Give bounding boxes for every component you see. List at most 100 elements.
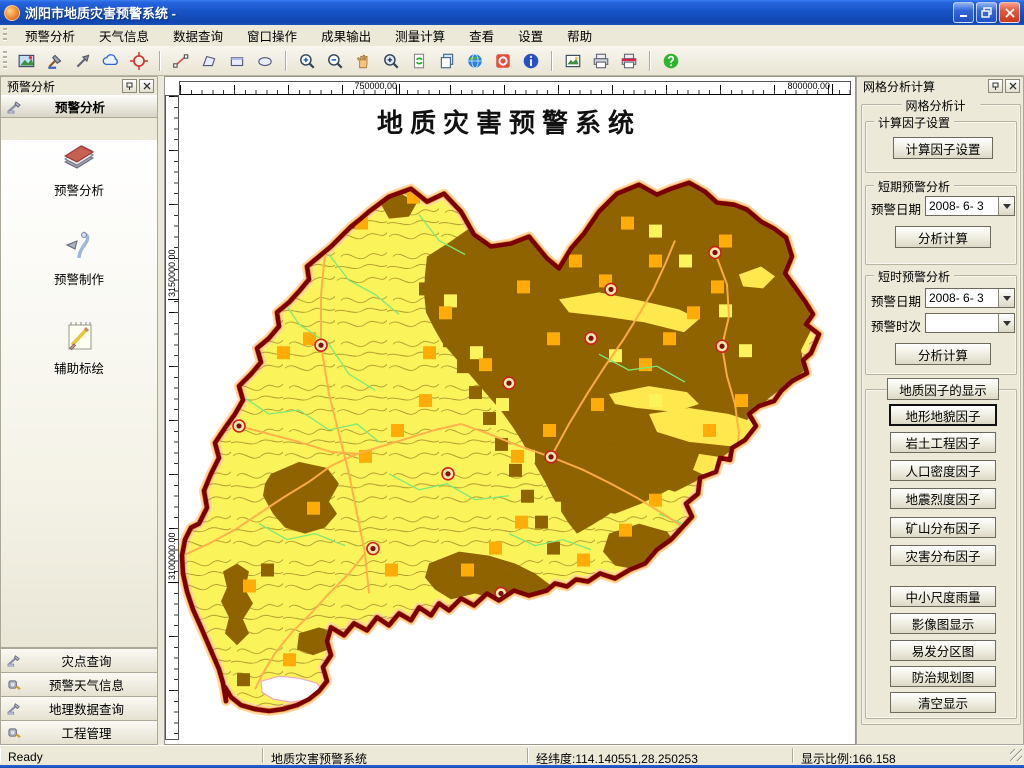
mine-factor-button[interactable]: 矿山分布因子 [890, 517, 996, 538]
draw-ellipse-icon[interactable] [254, 50, 276, 72]
minimize-button[interactable] [953, 2, 974, 23]
geotech-factor-button[interactable]: 岩土工程因子 [890, 432, 996, 453]
sidebar-item-label: 预警分析 [54, 180, 104, 199]
calc-factor-settings-button[interactable]: 计算因子设置 [893, 137, 993, 159]
status-system-name: 地质灾害预警系统 [262, 748, 527, 763]
sidebar-bar-label: 预警天气信息 [22, 675, 151, 694]
sidebar-item-aux-plotting[interactable]: 辅助标绘 [1, 318, 157, 377]
help-icon[interactable] [660, 50, 682, 72]
locate-target-icon[interactable] [128, 50, 150, 72]
sidebar-bar-project-management[interactable]: 工程管理 [1, 720, 157, 744]
axe-tool-icon[interactable] [44, 50, 66, 72]
menu-window-ops[interactable]: 窗口操作 [236, 24, 308, 47]
chevron-down-icon[interactable] [998, 197, 1014, 215]
chevron-down-icon[interactable] [998, 289, 1014, 307]
close-icon[interactable] [1005, 79, 1020, 93]
pick-tool-icon[interactable] [72, 50, 94, 72]
menu-grip[interactable] [3, 28, 7, 43]
sidebar-bar-label: 地理数据查询 [22, 699, 151, 718]
tool-icon [7, 100, 23, 114]
image-browse-icon[interactable] [16, 50, 38, 72]
menu-view[interactable]: 查看 [458, 24, 505, 47]
sidebar-header-label: 预警分析 [31, 97, 129, 116]
menu-settings[interactable]: 设置 [507, 24, 554, 47]
pin-icon[interactable] [988, 79, 1003, 93]
toolbar-separator [285, 51, 287, 71]
sidebar-panel-title: 预警分析 [7, 78, 55, 95]
zoom-out-icon[interactable] [324, 50, 346, 72]
menu-bar: 预警分析 天气信息 数据查询 窗口操作 成果输出 测量计算 查看 设置 帮助 [0, 25, 1024, 46]
grid-panel-titlebar: 网格分析计算 [857, 77, 1023, 95]
ruler-label: 800000.00 [787, 81, 830, 91]
sidebar-bar-disaster-query[interactable]: 灾点查询 [1, 648, 157, 672]
status-scale: 显示比例:166.158 [792, 748, 1008, 763]
disaster-factor-button[interactable]: 灾害分布因子 [890, 545, 996, 566]
status-ready: Ready [0, 748, 262, 763]
toolbar-separator [159, 51, 161, 71]
image-view-icon[interactable] [562, 50, 584, 72]
app-icon [4, 5, 20, 21]
status-coordinates: 经纬度:114.140551,28.250253 [527, 748, 792, 763]
terrain-factor-button[interactable]: 地形地貌因子 [889, 404, 997, 426]
zoom-in-icon[interactable] [296, 50, 318, 72]
menu-help[interactable]: 帮助 [556, 24, 603, 47]
sidebar-bar-warning-weather[interactable]: 预警天气信息 [1, 672, 157, 696]
nowcast-analyze-button[interactable]: 分析计算 [895, 343, 991, 365]
toolbar-grip[interactable] [3, 51, 7, 69]
stop-record-icon[interactable] [492, 50, 514, 72]
short-term-date-combo[interactable]: 2008- 6- 3 [925, 196, 1015, 216]
factor-display-title-button[interactable]: 地质因子的显示 [887, 378, 999, 400]
close-icon[interactable] [139, 79, 154, 93]
copy-view-icon[interactable] [436, 50, 458, 72]
chevron-down-icon[interactable] [998, 314, 1014, 332]
rainfall-scale-button[interactable]: 中小尺度雨量 [890, 586, 996, 607]
grid-analysis-panel: 网格分析计算 网格分析计算 计算因子设置 计算因子设置 短期预警分析 预警日期 … [856, 76, 1024, 745]
menu-data-query[interactable]: 数据查询 [162, 24, 234, 47]
pan-hand-icon[interactable] [352, 50, 374, 72]
pin-icon[interactable] [122, 79, 137, 93]
ruler-label: 750000.00 [354, 81, 397, 91]
susceptibility-map-button[interactable]: 易发分区图 [890, 640, 996, 661]
warning-time-label: 预警时次 [871, 316, 921, 335]
map-title: 地质灾害预警系统 [179, 103, 839, 140]
imagery-display-button[interactable]: 影像图显示 [890, 613, 996, 634]
sidebar-item-warning-analysis[interactable]: 预警分析 [1, 140, 157, 199]
sidebar-bar-geodata-query[interactable]: 地理数据查询 [1, 696, 157, 720]
menu-warning-analysis[interactable]: 预警分析 [14, 24, 86, 47]
prevention-plan-button[interactable]: 防治规划图 [890, 666, 996, 687]
nowcast-date-combo[interactable]: 2008- 6- 3 [925, 288, 1015, 308]
short-term-date-value: 2008- 6- 3 [926, 197, 998, 215]
info-about-icon[interactable] [520, 50, 542, 72]
zoom-extent-icon[interactable] [380, 50, 402, 72]
menu-measure-calc[interactable]: 测量计算 [384, 24, 456, 47]
draw-rectangle-icon[interactable] [226, 50, 248, 72]
resize-grip[interactable] [1010, 749, 1022, 761]
toolbar-separator [649, 51, 651, 71]
map-svg [179, 95, 851, 740]
population-factor-button[interactable]: 人口密度因子 [890, 460, 996, 481]
horizontal-ruler: 750000.00 800000.00 [179, 81, 851, 95]
app-window: { "window": { "title": "浏阳市地质灾害预警系统 -" }… [0, 0, 1024, 768]
short-term-analyze-button[interactable]: 分析计算 [895, 226, 991, 248]
menu-result-output[interactable]: 成果输出 [310, 24, 382, 47]
draw-polygon-icon[interactable] [198, 50, 220, 72]
short-term-group-label: 短期预警分析 [874, 178, 954, 195]
warning-date-label2: 预警日期 [871, 291, 921, 310]
print-preview-icon[interactable] [618, 50, 640, 72]
cloud-weather-icon[interactable] [100, 50, 122, 72]
sidebar-item-warning-making[interactable]: 预警制作 [1, 229, 157, 288]
warning-time-combo[interactable] [925, 313, 1015, 333]
menu-weather-info[interactable]: 天气信息 [88, 24, 160, 47]
seismic-factor-button[interactable]: 地震烈度因子 [890, 488, 996, 509]
close-button[interactable] [999, 2, 1020, 23]
restore-button[interactable] [976, 2, 997, 23]
warning-time-value [926, 314, 998, 332]
window-title: 浏阳市地质灾害预警系统 - [25, 3, 953, 22]
refresh-view-icon[interactable] [408, 50, 430, 72]
map-canvas[interactable]: 地质灾害预警系统 [179, 95, 851, 740]
web-globe-icon[interactable] [464, 50, 486, 72]
clear-display-button[interactable]: 清空显示 [890, 692, 996, 713]
sidebar-content: 预警分析 预警制作 辅助标绘 [1, 140, 157, 648]
draw-line-icon[interactable] [170, 50, 192, 72]
print-icon[interactable] [590, 50, 612, 72]
